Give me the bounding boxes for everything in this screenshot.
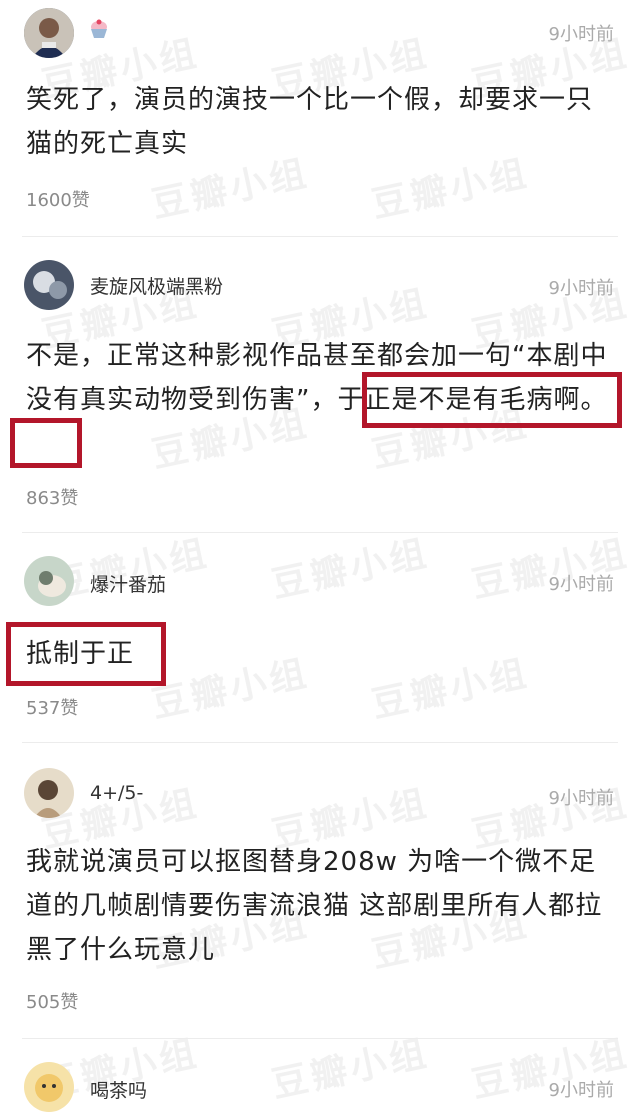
comment-text: 我就说演员可以抠图替身208w 为啥一个微不足道的几帧剧情要伤害流浪猫 这部剧里… [26, 847, 603, 965]
user-avatar-icon [24, 768, 74, 818]
like-count[interactable]: 863赞 [26, 484, 78, 510]
comment-time: 9小时前 [548, 278, 614, 299]
avatar[interactable] [24, 556, 74, 606]
username[interactable]: 喝茶吗 [90, 1076, 147, 1103]
user-avatar-icon [24, 260, 74, 310]
divider [22, 1038, 618, 1039]
divider [22, 532, 618, 533]
shaved-ice-emoji-icon [88, 18, 110, 40]
comment-time: 9小时前 [548, 1080, 614, 1101]
comment-text: 笑死了，演员的演技一个比一个假，却要求一只猫的死亡真实 [26, 85, 594, 159]
user-avatar-icon [24, 1062, 74, 1112]
highlight-box [10, 418, 82, 468]
watermark: 豆瓣小组 [268, 1032, 434, 1107]
avatar[interactable] [24, 1062, 74, 1112]
comment-time: 9小时前 [548, 788, 614, 809]
avatar[interactable] [24, 768, 74, 818]
avatar[interactable] [24, 8, 74, 58]
like-count[interactable]: 505赞 [26, 988, 78, 1014]
username[interactable]: 爆汁番茄 [90, 570, 166, 597]
like-count[interactable]: 537赞 [26, 694, 78, 720]
avatar[interactable] [24, 260, 74, 310]
divider [22, 236, 618, 237]
username[interactable]: 麦旋风极端黑粉 [90, 272, 223, 299]
comment-time: 9小时前 [548, 24, 614, 45]
user-avatar-icon [24, 8, 74, 58]
divider [22, 742, 618, 743]
comment-time: 9小时前 [548, 574, 614, 595]
user-avatar-icon [24, 556, 74, 606]
username[interactable]: 4+/5- [90, 782, 143, 804]
highlight-box [362, 372, 622, 428]
like-count[interactable]: 1600赞 [26, 186, 90, 212]
highlight-box [6, 622, 166, 686]
watermark: 豆瓣小组 [268, 532, 434, 607]
